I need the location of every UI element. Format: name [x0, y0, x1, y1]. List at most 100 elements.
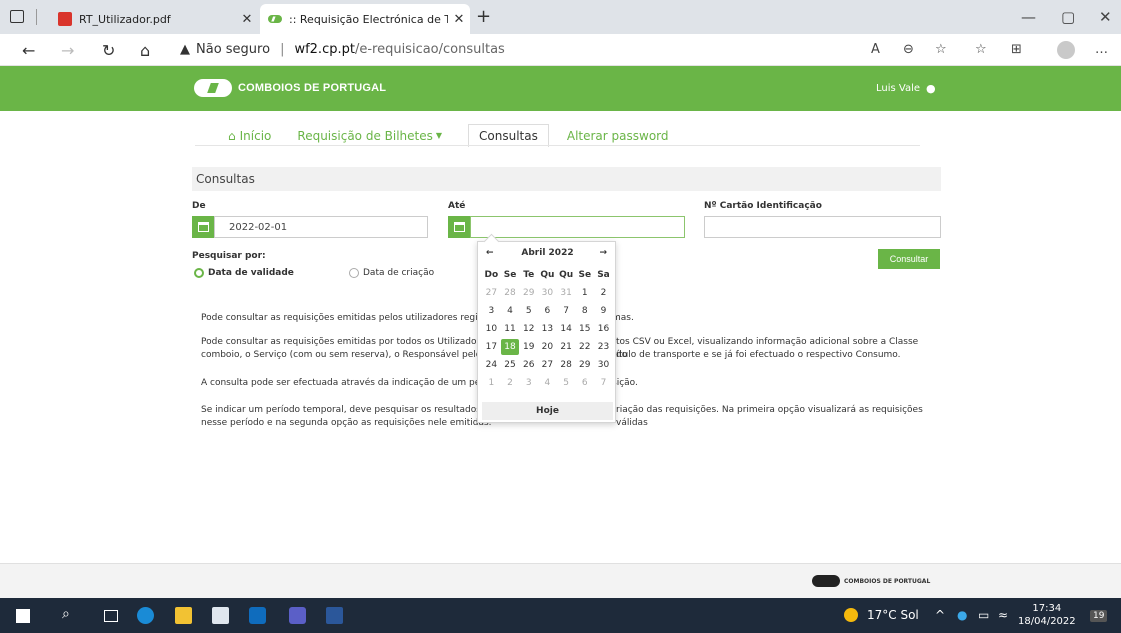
chevron-up-icon[interactable]: ^: [935, 608, 945, 622]
day-cell[interactable]: 23: [594, 339, 613, 355]
day-cell[interactable]: 6: [538, 303, 557, 319]
forward-icon[interactable]: →: [61, 41, 74, 60]
nav-requisicao[interactable]: Requisição de Bilhetes ▼: [297, 129, 442, 143]
day-cell[interactable]: 2: [501, 375, 520, 391]
new-tab-icon[interactable]: +: [476, 6, 491, 27]
nav-label: Requisição de Bilhetes: [297, 128, 433, 143]
day-cell[interactable]: 1: [482, 375, 501, 391]
day-cell[interactable]: 12: [519, 321, 538, 337]
day-cell-today[interactable]: 18: [500, 339, 520, 355]
day-cell[interactable]: 28: [501, 285, 520, 301]
day-cell[interactable]: 15: [575, 321, 594, 337]
day-cell[interactable]: 9: [594, 303, 613, 319]
day-cell[interactable]: 27: [482, 285, 501, 301]
week-row: 17 18 19 20 21 22 23: [482, 338, 613, 356]
day-cell[interactable]: 10: [482, 321, 501, 337]
zoom-icon[interactable]: ⊖: [903, 42, 914, 57]
edge-icon[interactable]: [137, 607, 154, 624]
wifi-icon[interactable]: ≈: [998, 608, 1008, 622]
collections-icon[interactable]: ⊞: [1011, 42, 1022, 57]
weather-icon[interactable]: [844, 608, 858, 622]
weekday-row: Do Se Te Qu Qu Se Sa: [482, 266, 613, 284]
more-icon[interactable]: …: [1095, 42, 1108, 57]
prev-month-button[interactable]: ←: [486, 248, 494, 258]
battery-icon[interactable]: ▭: [978, 608, 989, 622]
cp-logo[interactable]: COMBOIOS DE PORTUGAL: [194, 79, 386, 97]
day-cell[interactable]: 28: [557, 357, 576, 373]
clock[interactable]: 17:34 18/04/2022: [1018, 602, 1076, 628]
task-view-icon[interactable]: [104, 610, 118, 622]
day-cell[interactable]: 11: [501, 321, 520, 337]
cloud-icon[interactable]: ●: [957, 608, 967, 622]
day-cell[interactable]: 6: [575, 375, 594, 391]
windows-start-icon[interactable]: [16, 609, 30, 623]
profile-avatar[interactable]: [1057, 41, 1075, 59]
weather-text[interactable]: 17°C Sol: [867, 608, 919, 622]
day-cell[interactable]: 5: [557, 375, 576, 391]
day-cell[interactable]: 4: [501, 303, 520, 319]
file-explorer-icon[interactable]: [175, 607, 192, 624]
next-month-button[interactable]: →: [599, 248, 607, 258]
cartao-input[interactable]: [704, 216, 941, 238]
day-cell[interactable]: 22: [575, 339, 594, 355]
refresh-icon[interactable]: ↻: [102, 41, 115, 60]
home-icon[interactable]: ⌂: [140, 41, 150, 60]
back-icon[interactable]: ←: [22, 41, 35, 60]
notification-icon[interactable]: 19: [1090, 610, 1108, 622]
calendar-de-button[interactable]: [192, 216, 214, 238]
nav-inicio[interactable]: ⌂ Início: [228, 129, 271, 143]
day-cell[interactable]: 5: [519, 303, 538, 319]
day-cell[interactable]: 26: [519, 357, 538, 373]
ate-date-input[interactable]: [470, 216, 685, 238]
day-cell[interactable]: 8: [575, 303, 594, 319]
day-cell[interactable]: 4: [538, 375, 557, 391]
day-cell[interactable]: 27: [538, 357, 557, 373]
day-cell[interactable]: 29: [519, 285, 538, 301]
day-cell[interactable]: 30: [538, 285, 557, 301]
read-aloud-icon[interactable]: A: [871, 42, 880, 57]
search-icon[interactable]: ⌕: [62, 606, 70, 622]
day-cell[interactable]: 20: [538, 339, 557, 355]
day-cell[interactable]: 30: [594, 357, 613, 373]
window-close-icon[interactable]: ✕: [1099, 8, 1112, 26]
day-cell[interactable]: 21: [557, 339, 576, 355]
day-cell[interactable]: 3: [482, 303, 501, 319]
day-cell[interactable]: 3: [519, 375, 538, 391]
day-cell[interactable]: 17: [482, 339, 501, 355]
radio-data-criacao[interactable]: Data de criação: [349, 268, 434, 278]
day-cell[interactable]: 24: [482, 357, 501, 373]
favorite-add-icon[interactable]: ☆: [935, 42, 947, 57]
day-cell[interactable]: 14: [557, 321, 576, 337]
user-menu[interactable]: Luis Vale ●: [876, 82, 936, 95]
day-cell[interactable]: 7: [594, 375, 613, 391]
url-field[interactable]: ▲ Não seguro | wf2.cp.pt/e-requisicao/co…: [180, 42, 505, 57]
favorites-icon[interactable]: ☆: [975, 42, 987, 57]
mail-icon[interactable]: [212, 607, 229, 624]
day-cell[interactable]: 1: [575, 285, 594, 301]
consultar-button[interactable]: Consultar: [878, 249, 940, 269]
teams-icon[interactable]: [289, 607, 306, 624]
calendar-ate-button[interactable]: [448, 216, 470, 238]
outlook-icon[interactable]: [249, 607, 266, 624]
day-cell[interactable]: 19: [519, 339, 538, 355]
restore-icon[interactable]: ▢: [1061, 8, 1075, 26]
day-cell[interactable]: 29: [575, 357, 594, 373]
day-cell[interactable]: 7: [557, 303, 576, 319]
browser-tab-pdf[interactable]: RT_Utilizador.pdf ✕: [50, 4, 258, 34]
word-icon[interactable]: [326, 607, 343, 624]
today-button[interactable]: Hoje: [482, 402, 613, 420]
minimize-icon[interactable]: —: [1021, 8, 1036, 26]
day-cell[interactable]: 2: [594, 285, 613, 301]
day-cell[interactable]: 13: [538, 321, 557, 337]
day-cell[interactable]: 25: [501, 357, 520, 373]
day-cell[interactable]: 31: [557, 285, 576, 301]
brand-name: COMBOIOS DE PORTUGAL: [238, 82, 387, 94]
nav-alterar-password[interactable]: Alterar password: [567, 129, 669, 143]
nav-consultas[interactable]: Consultas: [468, 124, 549, 147]
close-icon[interactable]: ✕: [236, 12, 258, 27]
day-cell[interactable]: 16: [594, 321, 613, 337]
tab-actions-icon[interactable]: [10, 10, 24, 23]
radio-data-validade[interactable]: Data de validade: [194, 268, 294, 278]
close-icon[interactable]: ✕: [448, 12, 470, 27]
browser-tab-requisicao[interactable]: :: Requisição Electrónica de Trans ✕: [260, 4, 470, 34]
